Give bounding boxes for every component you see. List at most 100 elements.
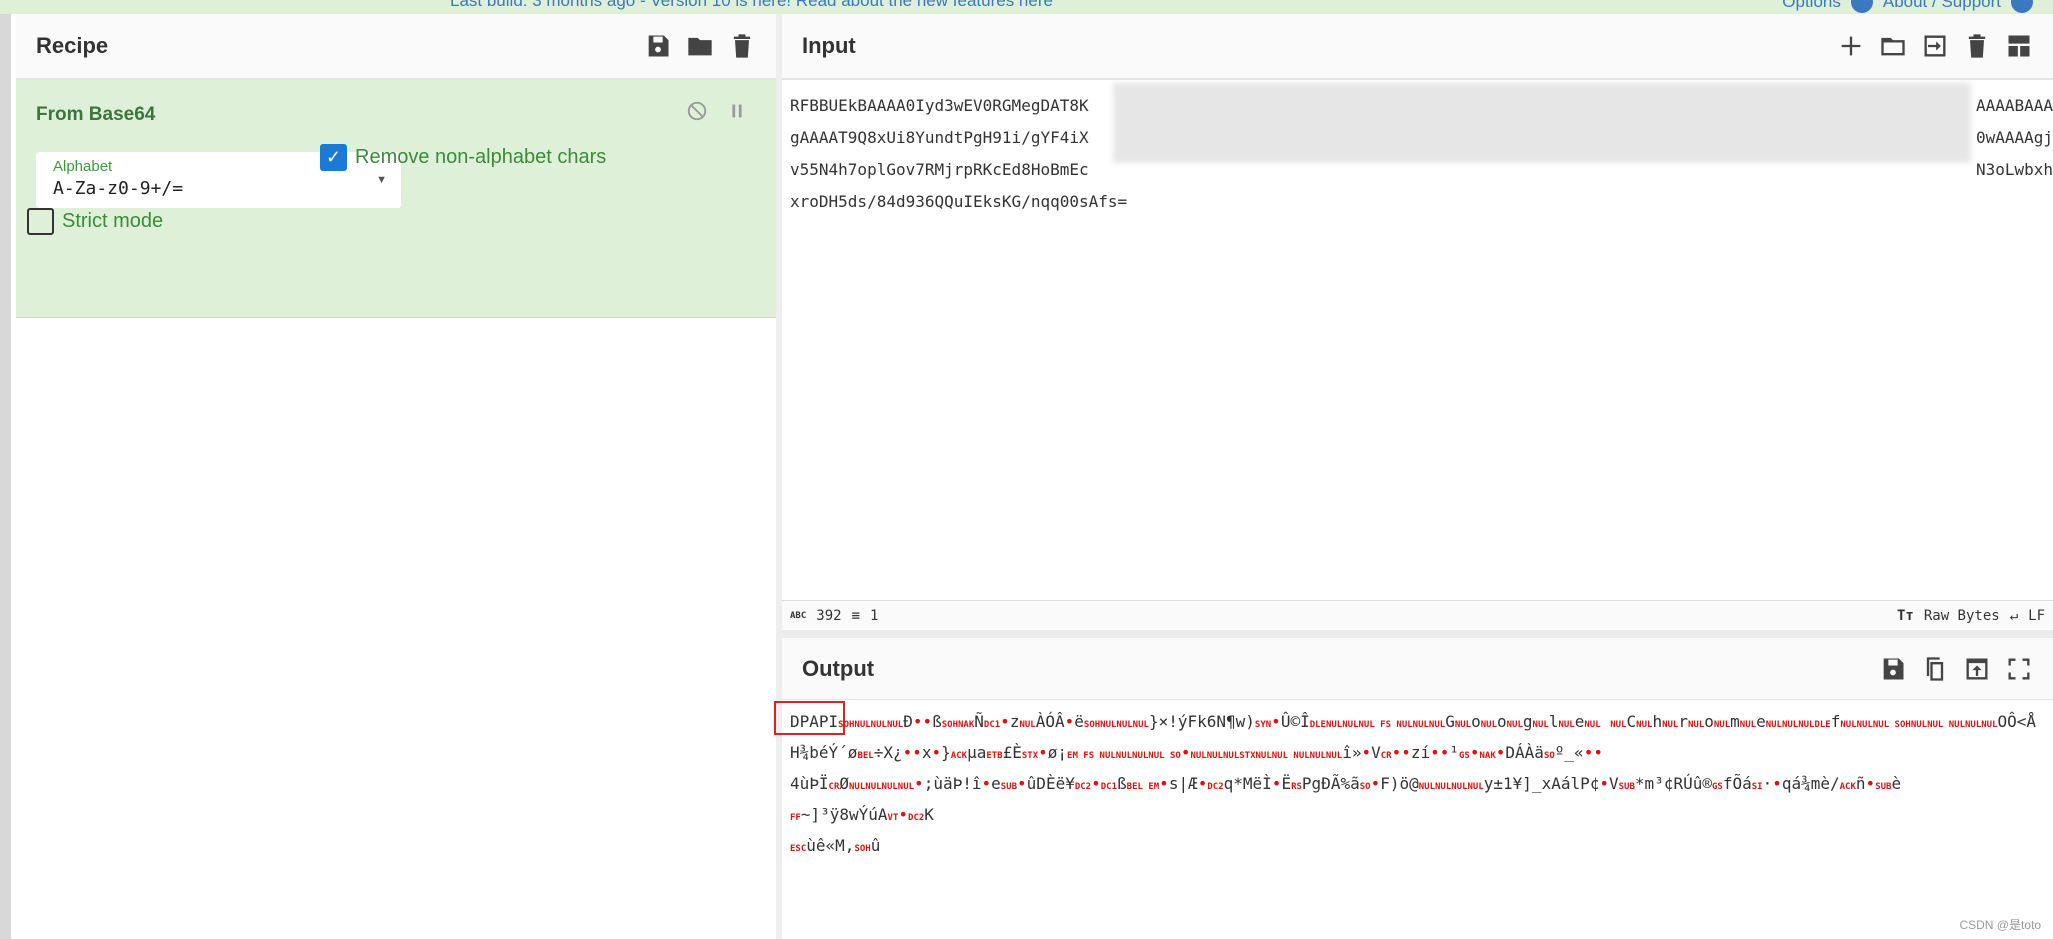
layout-icon[interactable] — [2005, 32, 2033, 60]
output-chars: K — [924, 805, 934, 824]
control-char: STX — [1021, 751, 1039, 761]
control-char: NUL — [1662, 720, 1679, 730]
control-char: SO — [1359, 782, 1371, 792]
info-icon[interactable] — [2011, 0, 2033, 13]
remove-non-alphabet-checkbox[interactable]: ✓ Remove non-alphabet chars — [320, 144, 606, 171]
unprintable-dot: • — [1469, 743, 1480, 762]
control-char: NULNULNULSTXNULNUL NULNULNUL — [1190, 751, 1343, 761]
save-output-icon[interactable] — [1879, 655, 1907, 683]
clear-input-icon[interactable] — [1963, 32, 1991, 60]
trash-icon[interactable] — [728, 32, 756, 60]
dpapi-highlight-box — [774, 701, 845, 735]
unprintable-dot: • — [1495, 743, 1506, 762]
output-chars: ùê«M, — [806, 836, 855, 855]
unprintable-dot: • — [1271, 774, 1282, 793]
banner-message[interactable]: Last build: 3 months ago - Version 10 is… — [450, 0, 1053, 11]
output-chars: Ø — [839, 774, 850, 793]
disable-icon[interactable] — [686, 100, 708, 122]
output-chars: ñ — [1855, 774, 1866, 793]
output-chars: û — [870, 836, 881, 855]
control-char: NULNULNULNUL — [1418, 782, 1484, 792]
control-char: NUL — [1480, 720, 1497, 730]
copy-icon[interactable] — [1921, 655, 1949, 683]
input-line: xroDH5ds/84d936QQuIEksKG/nqq00sAfs= — [790, 186, 2053, 218]
input-lines-count: 1 — [870, 607, 879, 624]
unprintable-dot: • — [1017, 774, 1027, 793]
alphabet-label: Alphabet — [53, 158, 113, 175]
text-encoding-icon[interactable]: Tт — [1897, 608, 1914, 624]
output-chars: Ë — [1281, 774, 1292, 793]
output-line: 4ùÞÏCRØNULNULNULNUL•;ùäÞ!î•eSUB•ûDÈë¥DC2… — [790, 770, 2037, 801]
output-chars: Û©Î — [1280, 712, 1310, 731]
output-chars: g — [1522, 712, 1533, 731]
folder-icon[interactable] — [686, 32, 714, 60]
eol-value[interactable]: LF — [2028, 608, 2045, 624]
return-icon[interactable]: ↵ — [2010, 608, 2018, 624]
output-chars: · — [1762, 774, 1773, 793]
output-chars: ûDÈë¥ — [1026, 774, 1075, 793]
encoding-value[interactable]: Raw Bytes — [1924, 608, 2000, 624]
update-banner: Last build: 3 months ago - Version 10 is… — [0, 0, 2053, 14]
unprintable-dot: • — [1000, 712, 1010, 731]
control-char: VT — [887, 813, 899, 823]
control-char: BEL EM — [1126, 782, 1160, 792]
unprintable-dot: • — [898, 805, 909, 824]
control-char: SI — [1751, 782, 1763, 792]
output-chars: qá¾mè/ — [1781, 774, 1840, 793]
control-char: NUL — [1739, 720, 1757, 730]
output-chars: £È — [1002, 743, 1022, 762]
unprintable-dot: • — [914, 774, 924, 793]
pause-icon[interactable] — [726, 100, 748, 122]
control-char: SUB — [1000, 782, 1018, 792]
output-chars: î» — [1342, 743, 1362, 762]
output-chars: ø¡ — [1047, 743, 1068, 762]
control-char: DC2 — [1207, 782, 1224, 792]
unprintable-dot: • — [931, 743, 942, 762]
remove-non-alphabet-label: Remove non-alphabet chars — [355, 146, 607, 168]
output-chars: PgÐÃ%ã — [1301, 774, 1360, 793]
input-text: RFBBUEkBAAAA0Iyd3wEV0RGMegDAT8K — [790, 96, 1089, 115]
unprintable-dot: •• — [912, 712, 933, 731]
output-chars: e — [1756, 712, 1766, 731]
chevron-down-icon: ▼ — [376, 174, 387, 186]
control-char: GS — [1711, 782, 1723, 792]
unprintable-dot: • — [1772, 774, 1782, 793]
about-link[interactable]: About / Support — [1883, 0, 2001, 12]
control-char: NUL — [1713, 720, 1731, 730]
redaction-blur — [1113, 83, 1971, 163]
control-char: NUL — [1610, 720, 1627, 730]
control-char: NULNULNUL SOHNULNUL NULNULNUL — [1840, 720, 1998, 730]
control-char: SUB — [1875, 782, 1892, 792]
open-file-icon[interactable] — [1921, 32, 1949, 60]
output-title: Output — [802, 655, 875, 681]
control-char: NULNULNULDLE — [1765, 720, 1831, 730]
control-char: DC2 — [908, 813, 925, 823]
control-char: ETB — [986, 751, 1003, 761]
gear-icon[interactable] — [1850, 0, 1873, 13]
control-char: NUL — [1636, 720, 1653, 730]
control-char: RS — [1291, 782, 1302, 792]
alphabet-value: A-Za-z0-9+/= — [53, 178, 184, 199]
output-text[interactable]: DPAPISOHNULNULNULÐ••ßSOHNAKÑDC1•zNULÀÓÂ•… — [782, 700, 2047, 863]
strict-mode-checkbox[interactable]: Strict mode — [27, 208, 163, 235]
io-resizer[interactable] — [782, 630, 2053, 638]
control-char: EM FS NULNULNULNUL SO — [1067, 751, 1181, 761]
open-folder-icon[interactable] — [1879, 32, 1907, 60]
replace-input-icon[interactable] — [1963, 655, 1991, 683]
checkbox-checked-icon[interactable]: ✓ — [320, 144, 347, 171]
add-tab-icon[interactable] — [1837, 32, 1865, 60]
output-chars: º_« — [1554, 743, 1584, 762]
unprintable-dot: • — [1038, 743, 1048, 762]
output-line: FF~]³ÿ8wÝúAVT•DC2K — [790, 801, 2037, 832]
checkbox-unchecked-icon[interactable] — [27, 208, 54, 235]
options-link[interactable]: Options — [1782, 0, 1841, 12]
maximize-icon[interactable] — [2005, 655, 2033, 683]
unprintable-dot: • — [1370, 774, 1381, 793]
lines-icon: ≡ — [851, 607, 860, 624]
save-icon[interactable] — [644, 32, 672, 60]
output-chars: ß — [932, 712, 942, 731]
unprintable-dot: • — [1361, 743, 1372, 762]
unprintable-dot: •• — [1430, 743, 1450, 762]
input-textarea[interactable]: RFBBUEkBAAAA0Iyd3wEV0RGMegDAT8K AAAABAAA … — [782, 80, 2053, 600]
output-chars: Ñ — [974, 712, 984, 731]
